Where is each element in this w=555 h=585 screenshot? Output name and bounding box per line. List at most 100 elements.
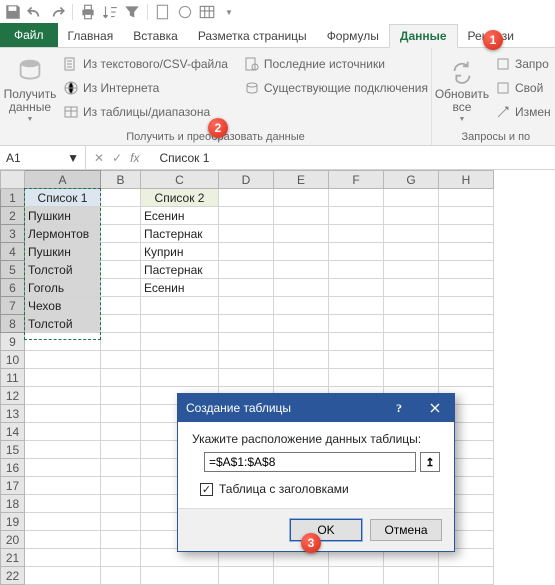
cell-H6[interactable] — [439, 279, 494, 297]
cell-B9[interactable] — [101, 333, 141, 351]
cell-A8[interactable]: Толстой — [25, 315, 101, 333]
cell-A1[interactable]: Список 1 — [25, 189, 101, 207]
cell-C6[interactable]: Есенин — [141, 279, 219, 297]
dialog-range-input[interactable] — [204, 452, 416, 472]
col-header-G[interactable]: G — [384, 171, 439, 189]
cell-F5[interactable] — [329, 261, 384, 279]
tab-insert[interactable]: Вставка — [123, 25, 188, 47]
cell-F11[interactable] — [329, 369, 384, 387]
qat-print-icon[interactable] — [79, 3, 97, 21]
cell-G1[interactable] — [384, 189, 439, 207]
col-header-B[interactable]: B — [101, 171, 141, 189]
qat-redo-icon[interactable] — [48, 3, 66, 21]
row-header-21[interactable]: 21 — [1, 549, 25, 567]
cell-E9[interactable] — [274, 333, 329, 351]
qat-undo-icon[interactable] — [26, 3, 44, 21]
tab-page-layout[interactable]: Разметка страницы — [188, 25, 317, 47]
cell-F2[interactable] — [329, 207, 384, 225]
row-header-7[interactable]: 7 — [1, 297, 25, 315]
cell-B19[interactable] — [101, 513, 141, 531]
cell-B10[interactable] — [101, 351, 141, 369]
cell-A16[interactable] — [25, 459, 101, 477]
cell-B4[interactable] — [101, 243, 141, 261]
tab-data[interactable]: Данные — [389, 24, 458, 48]
cell-C2[interactable]: Есенин — [141, 207, 219, 225]
cell-G5[interactable] — [384, 261, 439, 279]
row-header-14[interactable]: 14 — [1, 423, 25, 441]
col-header-H[interactable]: H — [439, 171, 494, 189]
cell-G10[interactable] — [384, 351, 439, 369]
qat-sort-icon[interactable] — [101, 3, 119, 21]
qat-table-icon[interactable] — [198, 3, 216, 21]
recent-sources-button[interactable]: Последние источники — [241, 53, 431, 75]
from-web-button[interactable]: Из Интернета — [60, 77, 231, 99]
cell-D3[interactable] — [219, 225, 274, 243]
cell-B3[interactable] — [101, 225, 141, 243]
cell-B6[interactable] — [101, 279, 141, 297]
name-box[interactable]: A1 ▼ — [0, 146, 86, 169]
cell-A20[interactable] — [25, 531, 101, 549]
qat-filter-icon[interactable] — [123, 3, 141, 21]
dialog-ok-button[interactable]: OK — [290, 519, 362, 541]
cell-D7[interactable] — [219, 297, 274, 315]
cell-A9[interactable] — [25, 333, 101, 351]
cell-F9[interactable] — [329, 333, 384, 351]
cell-G22[interactable] — [384, 567, 439, 585]
dialog-headers-checkbox[interactable]: ✓ Таблица с заголовками — [192, 482, 440, 496]
cell-A6[interactable]: Гоголь — [25, 279, 101, 297]
tab-file[interactable]: Файл — [0, 23, 58, 47]
cell-A17[interactable] — [25, 477, 101, 495]
cell-G8[interactable] — [384, 315, 439, 333]
cell-C3[interactable]: Пастернак — [141, 225, 219, 243]
cell-C4[interactable]: Куприн — [141, 243, 219, 261]
cell-H2[interactable] — [439, 207, 494, 225]
cell-H10[interactable] — [439, 351, 494, 369]
cell-H9[interactable] — [439, 333, 494, 351]
cell-A21[interactable] — [25, 549, 101, 567]
col-header-A[interactable]: A — [25, 171, 101, 189]
name-box-dropdown-icon[interactable]: ▼ — [67, 151, 79, 165]
qat-new-icon[interactable] — [154, 3, 172, 21]
dialog-help-icon[interactable]: ? — [396, 401, 402, 416]
cell-F10[interactable] — [329, 351, 384, 369]
cell-C5[interactable]: Пастернак — [141, 261, 219, 279]
cell-E7[interactable] — [274, 297, 329, 315]
cell-B18[interactable] — [101, 495, 141, 513]
tab-formulas[interactable]: Формулы — [317, 25, 389, 47]
cell-A13[interactable] — [25, 405, 101, 423]
cell-B13[interactable] — [101, 405, 141, 423]
cell-H22[interactable] — [439, 567, 494, 585]
cell-H5[interactable] — [439, 261, 494, 279]
get-data-button[interactable]: Получить данные ▼ — [6, 51, 54, 129]
cell-D2[interactable] — [219, 207, 274, 225]
row-header-18[interactable]: 18 — [1, 495, 25, 513]
cell-A10[interactable] — [25, 351, 101, 369]
cell-A7[interactable]: Чехов — [25, 297, 101, 315]
existing-connections-button[interactable]: Существующие подключения — [241, 77, 431, 99]
cell-D9[interactable] — [219, 333, 274, 351]
cell-D8[interactable] — [219, 315, 274, 333]
row-header-12[interactable]: 12 — [1, 387, 25, 405]
cell-E4[interactable] — [274, 243, 329, 261]
formula-bar-input[interactable]: Список 1 — [153, 151, 215, 165]
dialog-close-button[interactable] — [416, 394, 454, 422]
row-header-5[interactable]: 5 — [1, 261, 25, 279]
cell-F4[interactable] — [329, 243, 384, 261]
cell-G11[interactable] — [384, 369, 439, 387]
cell-B8[interactable] — [101, 315, 141, 333]
queries-btn-3[interactable]: Измен — [492, 101, 554, 123]
cell-E8[interactable] — [274, 315, 329, 333]
row-header-9[interactable]: 9 — [1, 333, 25, 351]
cell-G7[interactable] — [384, 297, 439, 315]
row-header-17[interactable]: 17 — [1, 477, 25, 495]
col-header-F[interactable]: F — [329, 171, 384, 189]
cell-G6[interactable] — [384, 279, 439, 297]
cell-A18[interactable] — [25, 495, 101, 513]
cell-A12[interactable] — [25, 387, 101, 405]
row-header-10[interactable]: 10 — [1, 351, 25, 369]
cell-A11[interactable] — [25, 369, 101, 387]
row-header-4[interactable]: 4 — [1, 243, 25, 261]
cell-B22[interactable] — [101, 567, 141, 585]
cell-G9[interactable] — [384, 333, 439, 351]
cell-A22[interactable] — [25, 567, 101, 585]
